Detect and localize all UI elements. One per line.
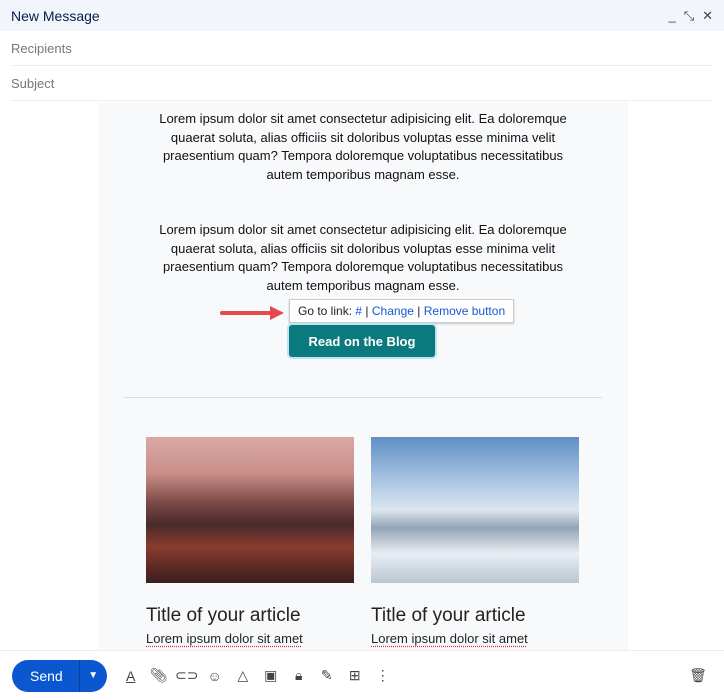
exit-fullscreen-icon[interactable]: ⤡ (684, 8, 694, 24)
message-body[interactable]: Lorem ipsum dolor sit amet consectetur a… (0, 102, 724, 650)
send-options-dropdown[interactable]: ▼ (78, 659, 107, 692)
paragraph: Lorem ipsum dolor sit amet consectetur a… (159, 111, 567, 182)
more-options-icon[interactable]: ⋮ (369, 667, 397, 684)
read-on-blog-button[interactable]: Read on the Blog (289, 325, 435, 357)
article-text: Lorem ipsum dolor sit amet (371, 631, 528, 646)
desert-image (146, 437, 354, 583)
send-button[interactable]: Send (12, 660, 79, 692)
emoji-icon[interactable]: ☺ (201, 668, 229, 684)
layout-icon[interactable]: ⊞ (341, 667, 369, 684)
arrow-icon (220, 306, 284, 320)
close-icon[interactable]: ✕ (702, 8, 713, 24)
email-template: Lorem ipsum dolor sit amet consectetur a… (98, 102, 628, 650)
article-card: Title of your article Lorem ipsum dolor … (371, 437, 579, 646)
article-title: Title of your article (146, 605, 301, 626)
paragraph: Lorem ipsum dolor sit amet consectetur a… (159, 222, 567, 293)
photo-icon[interactable]: ▣ (257, 667, 285, 684)
glacier-image (371, 437, 579, 583)
signature-pen-icon[interactable]: ✎ (313, 667, 341, 684)
minimize-icon[interactable]: _ (668, 8, 675, 24)
attach-icon[interactable]: 📎︎ (145, 667, 173, 684)
window-title: New Message (11, 7, 100, 24)
article-text: Lorem ipsum dolor sit amet (146, 631, 303, 646)
remove-button-link[interactable]: Remove button (424, 304, 505, 318)
drive-icon[interactable]: △ (229, 667, 257, 684)
recipients-input[interactable] (11, 40, 713, 56)
compose-toolbar: Send ▼ A 📎︎ ⊂⊃ ☺ △ ▣ 🔒︎ ✎ ⊞ ⋮ 🗑︎ (0, 650, 724, 700)
separator: | (417, 304, 421, 318)
article-card: Title of your article Lorem ipsum dolor … (146, 437, 354, 646)
separator: | (365, 304, 369, 318)
go-to-link-label: Go to link: (298, 304, 353, 318)
link-tooltip: Go to link: # | Change | Remove button (289, 299, 515, 323)
trash-icon[interactable]: 🗑︎ (684, 667, 712, 684)
link-icon[interactable]: ⊂⊃ (173, 667, 201, 684)
link-url[interactable]: # (355, 304, 362, 318)
compose-header: New Message _ ⤡ ✕ (0, 0, 724, 31)
subject-input[interactable] (11, 75, 713, 91)
formatting-icon[interactable]: A (117, 668, 145, 684)
confidential-lock-icon[interactable]: 🔒︎ (285, 667, 313, 684)
divider (124, 397, 602, 398)
article-title: Title of your article (371, 605, 526, 626)
change-link[interactable]: Change (372, 304, 414, 318)
